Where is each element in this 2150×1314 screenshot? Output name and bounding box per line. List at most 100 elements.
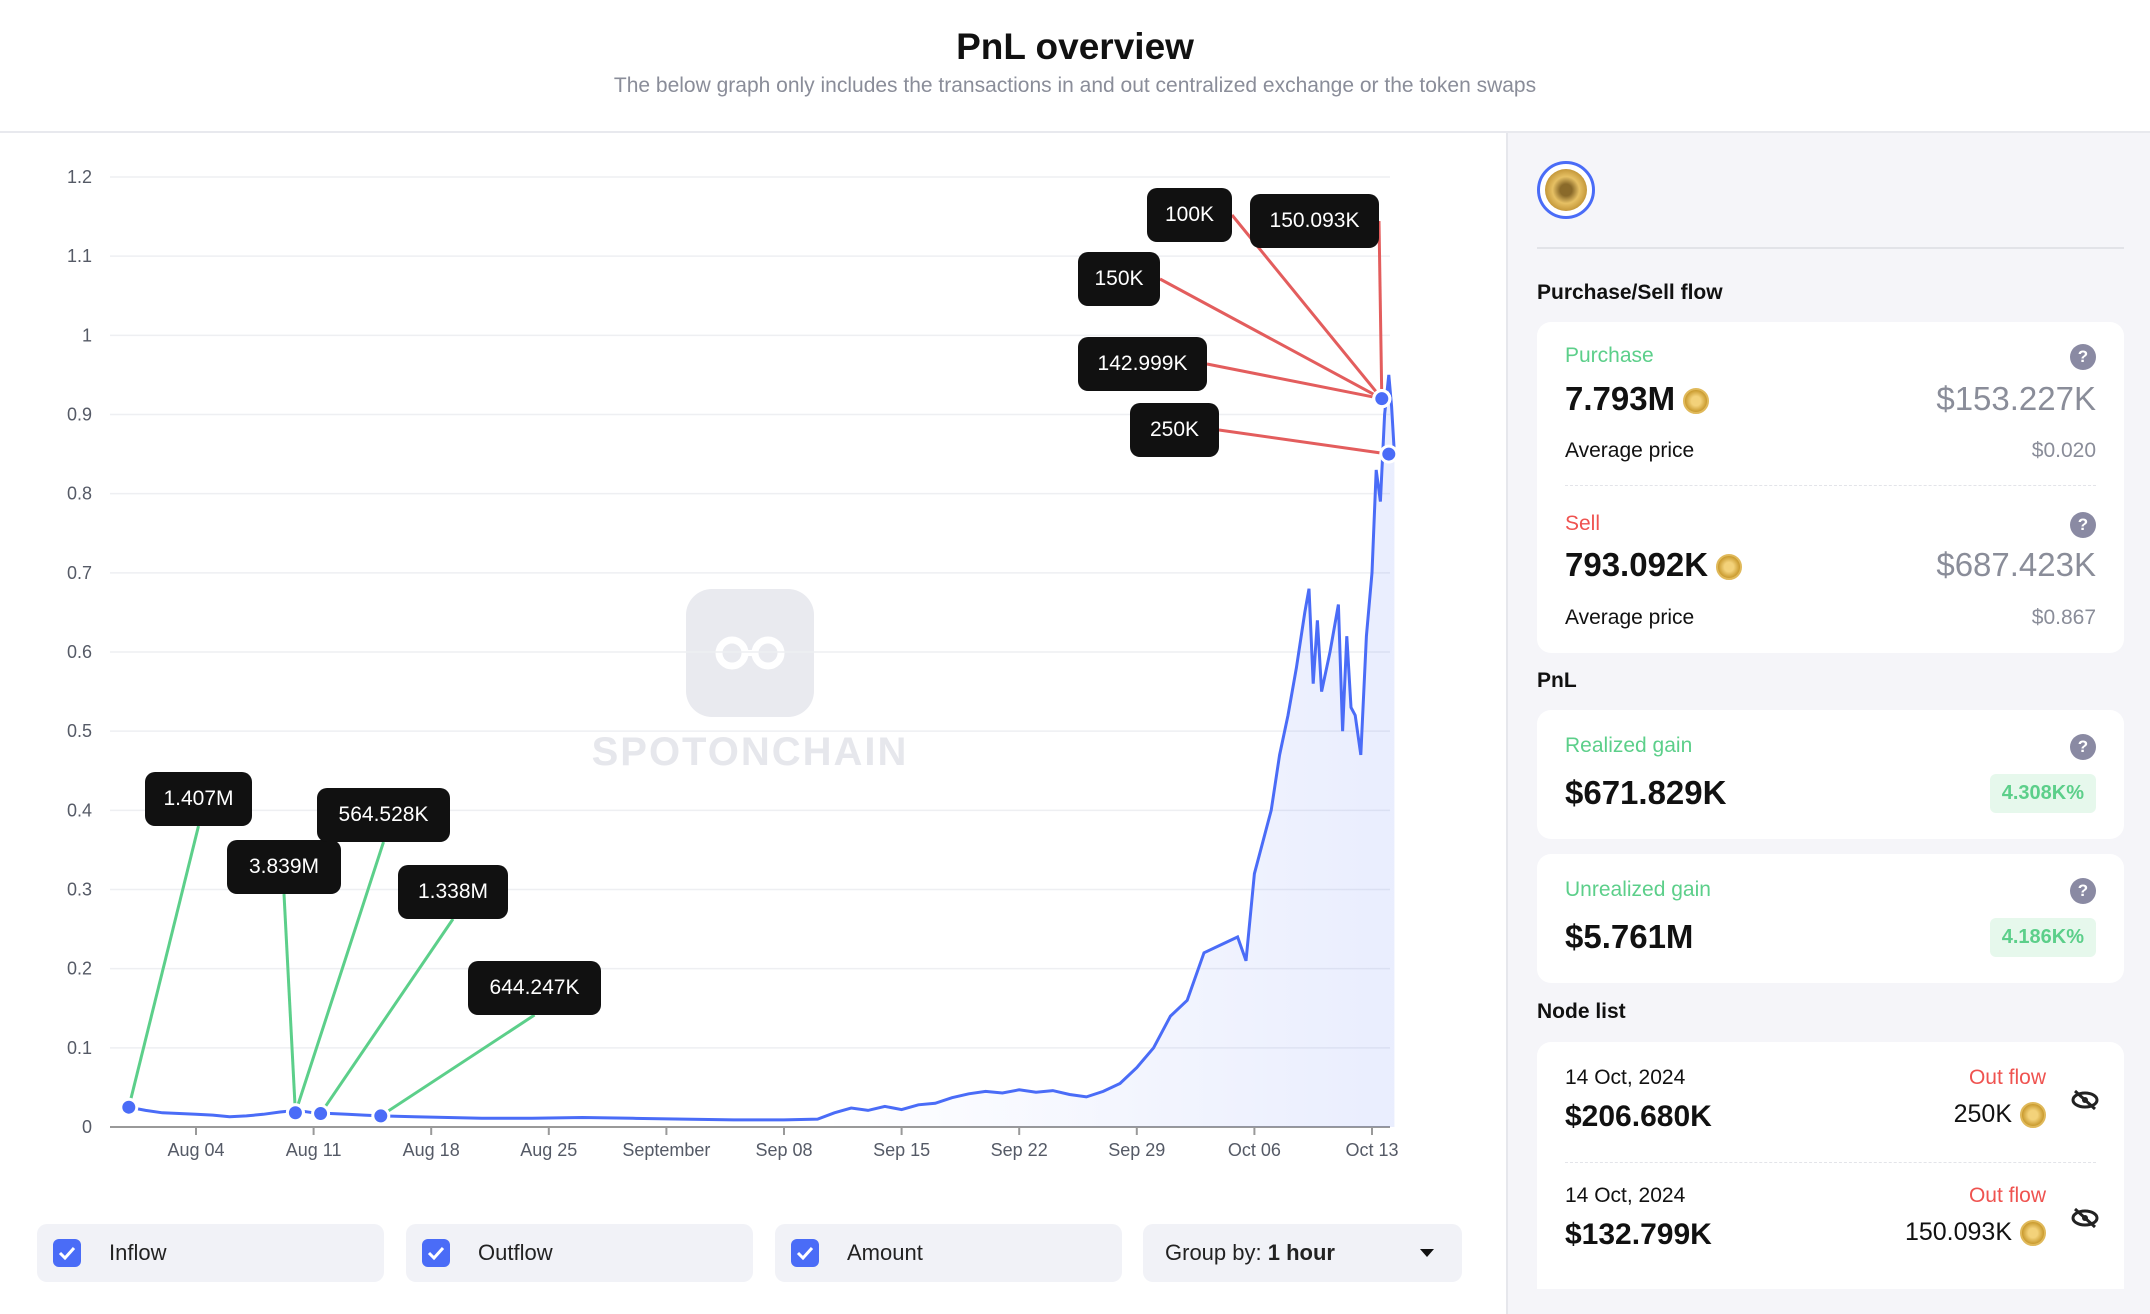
outflow-connector [1206, 362, 1383, 401]
unrealized-gain-card: Unrealized gain ? $5.761M 4.186K% [1537, 854, 2124, 983]
pnl-title: PnL [1537, 669, 1577, 692]
outflow-toggle[interactable]: Outflow [406, 1224, 753, 1282]
help-icon[interactable]: ? [2070, 344, 2096, 370]
node-flow: Out flow [1968, 1066, 2046, 1089]
y-tick-label: 0.8 [67, 484, 92, 504]
node-usd: $206.680K [1565, 1100, 1712, 1133]
inflow-point [119, 1097, 139, 1117]
outflow-amount-label[interactable]: 150.093K [1250, 194, 1379, 248]
token-icon [1683, 388, 1710, 415]
outflow-label: Outflow [478, 1240, 553, 1265]
x-tick-label: Aug 18 [403, 1140, 460, 1160]
price-chart: 0 0.1 0.2 0.3 0.4 0.5 0.6 0.7 0.8 0.9 1 1.1 1.2 Aug 0… [67, 167, 1399, 1160]
inflow-point [371, 1106, 391, 1126]
purchase-label: Purchase [1565, 344, 1654, 367]
realized-gain-percent: 4.308K% [1989, 774, 2096, 813]
inflow-connector [127, 825, 200, 1108]
y-tick-label: 1.2 [67, 167, 92, 187]
eye-off-icon[interactable] [2070, 1206, 2100, 1235]
token-icon [2020, 1220, 2046, 1247]
inflow-amount-label[interactable]: 564.528K [317, 788, 450, 842]
inflow-point [285, 1103, 305, 1123]
node-list-title: Node list [1537, 1000, 1626, 1023]
node-list: 14 Oct, 2024 $206.680K Out flow 250K 14 … [1537, 1042, 2124, 1289]
amount-toggle[interactable]: Amount [775, 1224, 1122, 1282]
outflow-connector [1218, 428, 1390, 456]
inflow-connector [319, 918, 455, 1115]
realized-gain-value: $671.829K [1565, 774, 1727, 811]
group-by-label: Group by: [1165, 1240, 1262, 1265]
purchase-amount: 7.793M [1565, 380, 1710, 418]
purchase-avg-label: Average price [1565, 439, 1695, 462]
y-tick-label: 1 [82, 325, 92, 345]
inflow-amount-label[interactable]: 644.247K [468, 961, 601, 1015]
x-tick-label: Sep 15 [873, 1140, 930, 1160]
token-icon [1716, 554, 1743, 581]
purchase-sell-title: Purchase/Sell flow [1537, 281, 1723, 304]
y-tick-label: 0.3 [67, 880, 92, 900]
x-tick-label: Aug 11 [286, 1140, 342, 1160]
y-tick-label: 0.2 [67, 959, 92, 979]
sell-amount: 793.092K [1565, 546, 1743, 584]
inflow-connector [282, 893, 297, 1113]
checkbox-checked-icon[interactable] [53, 1239, 81, 1267]
unrealized-gain-label: Unrealized gain [1565, 878, 1711, 901]
node-list-item[interactable]: 14 Oct, 2024 $206.680K Out flow 250K [1537, 1042, 2124, 1162]
outflow-amount-label[interactable]: 250K [1130, 403, 1219, 457]
node-list-item[interactable]: 14 Oct, 2024 $132.799K Out flow 150.093K [1537, 1162, 2124, 1282]
purchase-avg-price: $0.020 [2031, 439, 2096, 462]
help-icon[interactable]: ? [2070, 734, 2096, 760]
node-date: 14 Oct, 2024 [1565, 1184, 1686, 1207]
eye-off-icon[interactable] [2070, 1088, 2100, 1119]
x-tick-label: Sep 29 [1108, 1140, 1165, 1160]
token-avatar[interactable] [1537, 161, 1595, 219]
help-icon[interactable]: ? [2070, 512, 2096, 538]
inflow-connector [379, 1013, 536, 1118]
help-icon[interactable]: ? [2070, 878, 2096, 904]
panel-divider [1537, 247, 2124, 249]
outflow-point [1372, 389, 1392, 409]
y-tick-label: 0 [82, 1117, 92, 1137]
inflow-amount-label[interactable]: 1.338M [398, 865, 508, 919]
y-tick-label: 0.6 [67, 642, 92, 662]
unrealized-gain-value: $5.761M [1565, 918, 1694, 955]
y-tick-label: 0.7 [67, 563, 92, 583]
x-tick-label: Sep 08 [755, 1140, 812, 1160]
y-tick-label: 0.9 [67, 405, 92, 425]
token-icon [2020, 1102, 2046, 1129]
unrealized-gain-percent: 4.186K% [1989, 918, 2096, 957]
realized-gain-card: Realized gain ? $671.829K 4.308K% [1537, 710, 2124, 839]
sell-label: Sell [1565, 512, 1601, 535]
node-flow: Out flow [1968, 1184, 2046, 1207]
x-tick-label: Oct 13 [1345, 1140, 1398, 1160]
checkbox-checked-icon[interactable] [422, 1239, 450, 1267]
inflow-toggle[interactable]: Inflow [37, 1224, 384, 1282]
outflow-amount-label[interactable]: 142.999K [1078, 337, 1207, 391]
purchase-sell-card: Purchase ? 7.793M $153.227K Average pric… [1537, 322, 2124, 653]
sell-usd: $687.423K [1936, 546, 2096, 583]
inflow-amount-label[interactable]: 1.407M [145, 772, 252, 826]
x-tick-label: September [622, 1140, 710, 1160]
outflow-connector [1377, 220, 1384, 399]
x-tick-label: Sep 22 [991, 1140, 1048, 1160]
y-tick-label: 0.1 [67, 1038, 92, 1058]
sell-avg-price: $0.867 [2031, 606, 2096, 629]
y-tick-label: 1.1 [67, 246, 92, 266]
inflow-amount-label[interactable]: 3.839M [227, 840, 341, 894]
group-by-select[interactable]: Group by: 1 hour [1143, 1224, 1462, 1282]
price-area [126, 374, 1395, 1127]
outflow-point [1379, 444, 1399, 464]
node-amount: 250K [1954, 1100, 2046, 1129]
realized-gain-label: Realized gain [1565, 734, 1693, 757]
outflow-amount-label[interactable]: 100K [1147, 188, 1232, 242]
x-tick-label: Oct 06 [1228, 1140, 1281, 1160]
node-date: 14 Oct, 2024 [1565, 1066, 1686, 1089]
checkbox-checked-icon[interactable] [791, 1239, 819, 1267]
inflow-label: Inflow [109, 1240, 167, 1265]
node-amount: 150.093K [1905, 1218, 2046, 1247]
inflow-point [311, 1104, 331, 1124]
x-tick-label: Aug 04 [167, 1140, 224, 1160]
x-tick-label: Aug 25 [520, 1140, 577, 1160]
outflow-amount-label[interactable]: 150K [1078, 252, 1160, 306]
card-divider [1565, 485, 2096, 486]
